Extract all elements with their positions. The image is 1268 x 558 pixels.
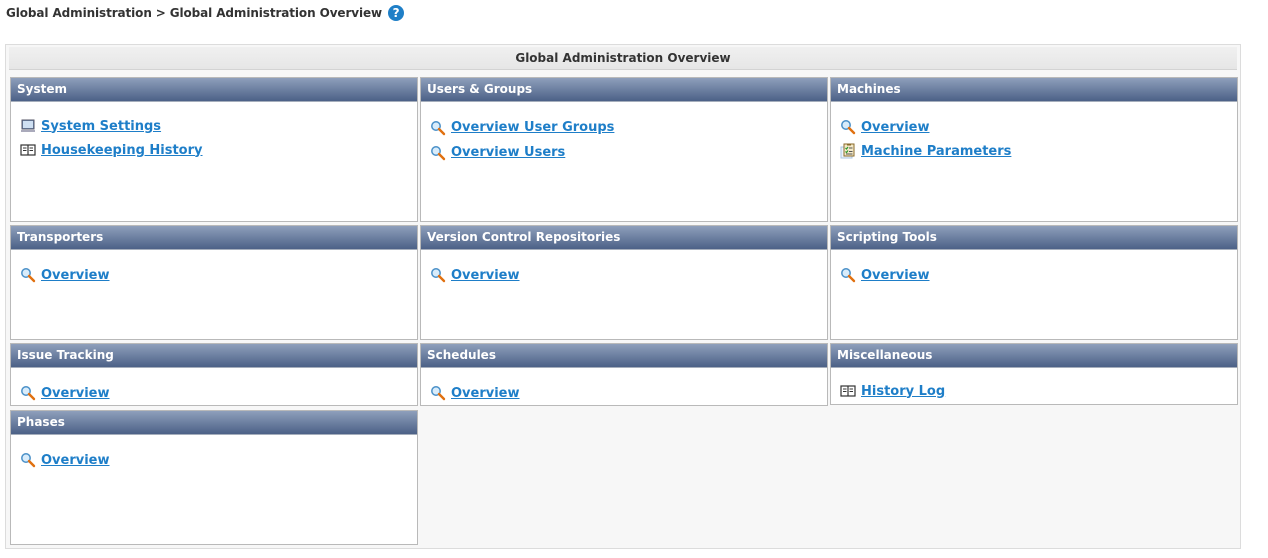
panel-header: Miscellaneous <box>831 344 1237 368</box>
schedules-overview-link[interactable]: Overview <box>451 386 520 401</box>
overview-user-groups-link[interactable]: Overview User Groups <box>451 120 614 135</box>
list-item: Overview <box>430 263 827 287</box>
list-item: Overview <box>840 263 1237 287</box>
list-item: Overview <box>20 263 417 287</box>
transporters-overview-link[interactable]: Overview <box>41 268 110 283</box>
breadcrumb-item-current: Global Administration Overview <box>169 6 383 20</box>
panel-scripting-tools: Scripting Tools Overview <box>830 225 1238 340</box>
magnifier-icon <box>841 120 856 135</box>
magnifier-icon <box>431 268 446 283</box>
list-item: Overview <box>840 115 1237 139</box>
list-item: System Settings <box>20 114 417 138</box>
panel-phases: Phases Overview <box>10 410 418 545</box>
magnifier-icon <box>431 386 446 401</box>
computer-icon <box>21 119 35 132</box>
panel-header: Scripting Tools <box>831 226 1237 250</box>
list-item: History Log <box>840 379 1237 403</box>
panel-header: Version Control Repositories <box>421 226 827 250</box>
panel-transporters: Transporters Overview <box>10 225 418 340</box>
list-item: Overview <box>20 381 417 405</box>
breadcrumb-separator: > <box>155 6 166 20</box>
question-circle-icon[interactable]: ? <box>388 5 405 21</box>
phases-overview-link[interactable]: Overview <box>41 453 110 468</box>
panel-header: Users & Groups <box>421 78 827 102</box>
panel-users-groups: Users & Groups Overview User Groups Over… <box>420 77 828 222</box>
panel-header: Schedules <box>421 344 827 368</box>
clipboard-icon <box>840 143 855 159</box>
machine-parameters-link[interactable]: Machine Parameters <box>861 144 1011 159</box>
housekeeping-history-link[interactable]: Housekeeping History <box>41 143 203 158</box>
scripting-tools-overview-link[interactable]: Overview <box>861 268 930 283</box>
panel-system: System System Settings Housekeeping Hist… <box>10 77 418 222</box>
magnifier-icon <box>21 268 36 283</box>
panel-header: Machines <box>831 78 1237 102</box>
panel-header: Transporters <box>11 226 417 250</box>
issue-tracking-overview-link[interactable]: Overview <box>41 386 110 401</box>
panel-header: Issue Tracking <box>11 344 417 368</box>
magnifier-icon <box>21 386 36 401</box>
panel-schedules: Schedules Overview <box>420 343 828 406</box>
panel-version-control-repositories: Version Control Repositories Overview <box>420 225 828 340</box>
panel-header: Phases <box>11 411 417 435</box>
breadcrumb: Global Administration > Global Administr… <box>6 4 405 22</box>
magnifier-icon <box>431 120 446 135</box>
list-item: Overview Users <box>430 140 827 165</box>
list-item: Overview <box>430 381 827 405</box>
system-settings-link[interactable]: System Settings <box>41 119 161 134</box>
panel-machines: Machines Overview Machine Parameters <box>830 77 1238 222</box>
overview-users-link[interactable]: Overview Users <box>451 145 565 160</box>
breadcrumb-item-global-administration[interactable]: Global Administration <box>6 6 152 20</box>
magnifier-icon <box>21 453 36 468</box>
panel-issue-tracking: Issue Tracking Overview <box>10 343 418 406</box>
book-icon <box>20 144 36 156</box>
list-item: Overview <box>20 448 417 472</box>
machines-overview-link[interactable]: Overview <box>861 120 930 135</box>
panel-header: System <box>11 78 417 102</box>
list-item: Housekeeping History <box>20 138 417 162</box>
magnifier-icon <box>431 145 446 160</box>
history-log-link[interactable]: History Log <box>861 384 945 399</box>
magnifier-icon <box>841 268 856 283</box>
list-item: Overview User Groups <box>430 115 827 140</box>
list-item: Machine Parameters <box>840 139 1237 163</box>
panel-miscellaneous: Miscellaneous History Log <box>830 343 1238 405</box>
book-icon <box>840 385 856 397</box>
vcr-overview-link[interactable]: Overview <box>451 268 520 283</box>
overview-title: Global Administration Overview <box>9 47 1237 70</box>
